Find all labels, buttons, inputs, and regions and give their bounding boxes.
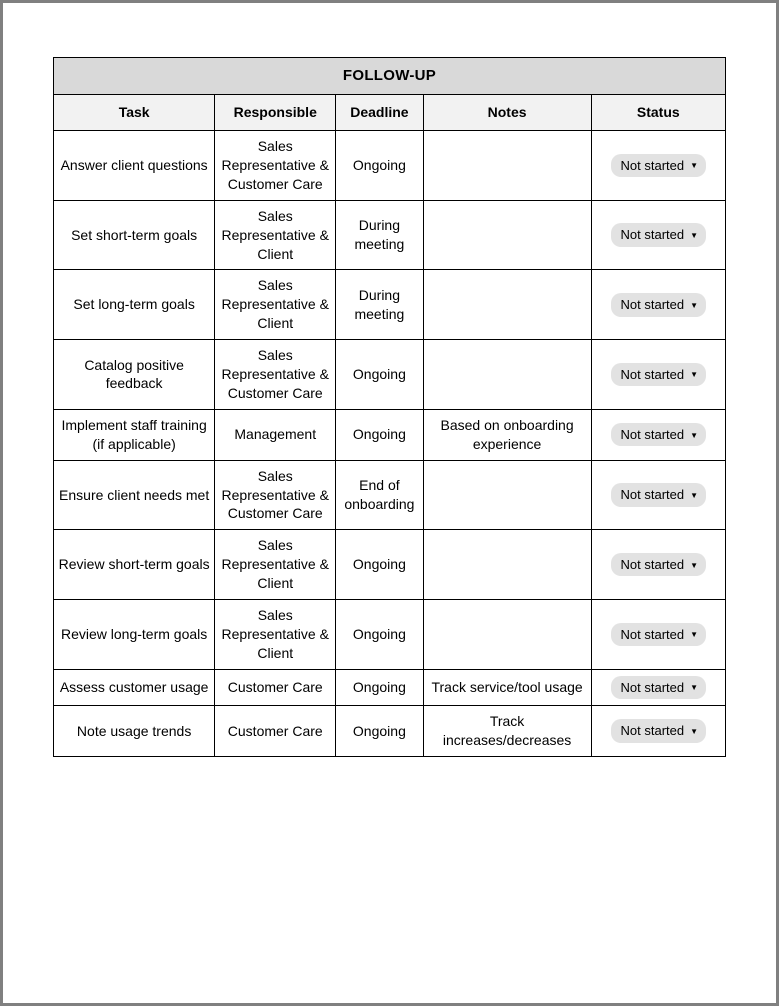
status-label: Not started <box>621 366 685 384</box>
task-cell: Assess customer usage <box>54 669 215 706</box>
responsible-cell: Sales Representative & Customer Care <box>215 131 336 201</box>
notes-cell <box>423 460 591 530</box>
col-header-status: Status <box>591 95 725 131</box>
status-dropdown[interactable]: Not started ▼ <box>611 553 707 577</box>
deadline-cell: During meeting <box>336 270 423 340</box>
chevron-down-icon: ▼ <box>690 432 698 440</box>
status-label: Not started <box>621 226 685 244</box>
status-dropdown[interactable]: Not started ▼ <box>611 293 707 317</box>
col-header-notes: Notes <box>423 95 591 131</box>
table-row: Set short-term goalsSales Representative… <box>54 200 726 270</box>
task-cell: Answer client questions <box>54 131 215 201</box>
status-cell: Not started ▼ <box>591 340 725 410</box>
table-row: Assess customer usageCustomer CareOngoin… <box>54 669 726 706</box>
deadline-cell: End of onboarding <box>336 460 423 530</box>
task-cell: Review short-term goals <box>54 530 215 600</box>
deadline-cell: During meeting <box>336 200 423 270</box>
task-cell: Review long-term goals <box>54 599 215 669</box>
table-row: Catalog positive feedbackSales Represent… <box>54 340 726 410</box>
notes-cell <box>423 530 591 600</box>
status-label: Not started <box>621 157 685 175</box>
task-cell: Ensure client needs met <box>54 460 215 530</box>
table-row: Review long-term goalsSales Representati… <box>54 599 726 669</box>
task-cell: Set short-term goals <box>54 200 215 270</box>
status-cell: Not started ▼ <box>591 131 725 201</box>
status-cell: Not started ▼ <box>591 530 725 600</box>
table-row: Ensure client needs metSales Representat… <box>54 460 726 530</box>
deadline-cell: Ongoing <box>336 669 423 706</box>
deadline-cell: Ongoing <box>336 131 423 201</box>
responsible-cell: Sales Representative & Customer Care <box>215 460 336 530</box>
status-label: Not started <box>621 556 685 574</box>
deadline-cell: Ongoing <box>336 706 423 757</box>
responsible-cell: Sales Representative & Customer Care <box>215 340 336 410</box>
status-label: Not started <box>621 486 685 504</box>
chevron-down-icon: ▼ <box>690 492 698 500</box>
chevron-down-icon: ▼ <box>690 371 698 379</box>
table-row: Note usage trendsCustomer CareOngoingTra… <box>54 706 726 757</box>
status-dropdown[interactable]: Not started ▼ <box>611 423 707 447</box>
status-label: Not started <box>621 679 685 697</box>
deadline-cell: Ongoing <box>336 340 423 410</box>
chevron-down-icon: ▼ <box>690 631 698 639</box>
notes-cell: Track service/tool usage <box>423 669 591 706</box>
col-header-task: Task <box>54 95 215 131</box>
status-cell: Not started ▼ <box>591 409 725 460</box>
task-cell: Note usage trends <box>54 706 215 757</box>
notes-cell <box>423 599 591 669</box>
responsible-cell: Customer Care <box>215 669 336 706</box>
notes-cell: Based on onboarding experience <box>423 409 591 460</box>
status-dropdown[interactable]: Not started ▼ <box>611 154 707 178</box>
status-label: Not started <box>621 296 685 314</box>
status-cell: Not started ▼ <box>591 270 725 340</box>
task-cell: Implement staff training (if applicable) <box>54 409 215 460</box>
notes-cell <box>423 340 591 410</box>
status-cell: Not started ▼ <box>591 200 725 270</box>
task-cell: Set long-term goals <box>54 270 215 340</box>
followup-table: FOLLOW-UP Task Responsible Deadline Note… <box>53 57 726 757</box>
status-cell: Not started ▼ <box>591 460 725 530</box>
section-title: FOLLOW-UP <box>54 58 726 95</box>
table-row: Review short-term goalsSales Representat… <box>54 530 726 600</box>
status-label: Not started <box>621 626 685 644</box>
task-cell: Catalog positive feedback <box>54 340 215 410</box>
status-dropdown[interactable]: Not started ▼ <box>611 483 707 507</box>
chevron-down-icon: ▼ <box>690 162 698 170</box>
notes-cell: Track increases/decreases <box>423 706 591 757</box>
deadline-cell: Ongoing <box>336 530 423 600</box>
status-cell: Not started ▼ <box>591 669 725 706</box>
deadline-cell: Ongoing <box>336 599 423 669</box>
status-dropdown[interactable]: Not started ▼ <box>611 676 707 700</box>
status-dropdown[interactable]: Not started ▼ <box>611 719 707 743</box>
status-cell: Not started ▼ <box>591 706 725 757</box>
status-dropdown[interactable]: Not started ▼ <box>611 363 707 387</box>
status-dropdown[interactable]: Not started ▼ <box>611 623 707 647</box>
status-cell: Not started ▼ <box>591 599 725 669</box>
chevron-down-icon: ▼ <box>690 562 698 570</box>
table-row: Answer client questionsSales Representat… <box>54 131 726 201</box>
notes-cell <box>423 131 591 201</box>
notes-cell <box>423 200 591 270</box>
responsible-cell: Sales Representative & Client <box>215 599 336 669</box>
col-header-deadline: Deadline <box>336 95 423 131</box>
notes-cell <box>423 270 591 340</box>
status-dropdown[interactable]: Not started ▼ <box>611 223 707 247</box>
responsible-cell: Sales Representative & Client <box>215 270 336 340</box>
status-label: Not started <box>621 426 685 444</box>
status-label: Not started <box>621 722 685 740</box>
chevron-down-icon: ▼ <box>690 232 698 240</box>
col-header-responsible: Responsible <box>215 95 336 131</box>
deadline-cell: Ongoing <box>336 409 423 460</box>
chevron-down-icon: ▼ <box>690 302 698 310</box>
table-row: Implement staff training (if applicable)… <box>54 409 726 460</box>
responsible-cell: Management <box>215 409 336 460</box>
chevron-down-icon: ▼ <box>690 684 698 692</box>
chevron-down-icon: ▼ <box>690 728 698 736</box>
responsible-cell: Sales Representative & Client <box>215 200 336 270</box>
responsible-cell: Sales Representative & Client <box>215 530 336 600</box>
table-row: Set long-term goalsSales Representative … <box>54 270 726 340</box>
responsible-cell: Customer Care <box>215 706 336 757</box>
